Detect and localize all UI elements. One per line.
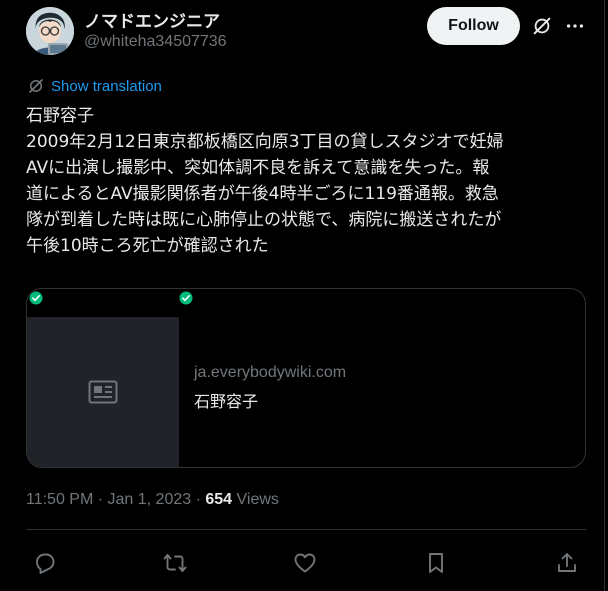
user-handle[interactable]: @whiteha34507736 <box>84 33 227 51</box>
tweet-header: ノマドエンジニア @whiteha34507736 Follow <box>26 5 586 57</box>
reply-button[interactable] <box>28 548 62 578</box>
thumbnail-top <box>27 289 179 317</box>
like-icon <box>294 553 316 573</box>
timestamp[interactable]: 11:50 PM · Jan 1, 2023 · <box>26 491 205 508</box>
tweet-line: 石野容子 <box>26 106 94 126</box>
follow-button[interactable]: Follow <box>427 7 520 45</box>
retweet-button[interactable] <box>158 548 192 578</box>
tweet-text: 石野容子 2009年2月12日東京都板橋区向原3丁目の貸しスタジオで妊婦 AVに… <box>26 103 586 259</box>
link-card[interactable]: ja.everybodywiki.com 石野容子 <box>26 288 586 468</box>
show-translation[interactable]: Show translation <box>27 76 162 96</box>
more-icon[interactable] <box>564 15 586 37</box>
card-domain[interactable]: ja.everybodywiki.com <box>194 364 346 382</box>
retweet-icon <box>163 554 187 572</box>
share-icon <box>558 553 576 572</box>
share-button[interactable] <box>550 548 584 578</box>
frame-border <box>604 0 605 591</box>
avatar[interactable] <box>26 7 74 55</box>
show-translation-label[interactable]: Show translation <box>51 78 162 95</box>
action-bar <box>26 548 586 578</box>
bookmark-icon <box>429 553 443 573</box>
bookmark-button[interactable] <box>419 548 453 578</box>
grok-icon[interactable] <box>531 15 553 37</box>
card-thumbnail[interactable] <box>27 289 179 467</box>
like-button[interactable] <box>288 548 322 578</box>
tweet-line: 隊が到着した時は既に心肺停止の状態で、病院に搬送されたが <box>26 210 502 230</box>
article-icon <box>88 380 118 404</box>
reply-icon <box>36 553 55 574</box>
views-count: 654 <box>205 491 233 508</box>
check-badge-icon <box>179 291 193 305</box>
tweet-line: 道によるとAV撮影関係者が午後4時半ごろに119番通報。救急 <box>26 184 499 204</box>
check-badge-icon <box>29 291 43 305</box>
avatar-illustration-icon <box>26 7 74 55</box>
tweet-meta: 11:50 PM · Jan 1, 2023 · 654 Views <box>26 491 279 509</box>
translate-icon <box>29 79 43 93</box>
display-name[interactable]: ノマドエンジニア <box>84 7 220 32</box>
tweet-line: AVに出演し撮影中、突如体調不良を訴えて意識を失った。報 <box>26 158 490 178</box>
divider <box>26 529 586 530</box>
card-title[interactable]: 石野容子 <box>194 388 258 412</box>
tweet-line: 2009年2月12日東京都板橋区向原3丁目の貸しスタジオで妊婦 <box>26 132 504 152</box>
tweet-line: 午後10時ころ死亡が確認された <box>26 236 269 256</box>
views-label: Views <box>232 491 279 508</box>
